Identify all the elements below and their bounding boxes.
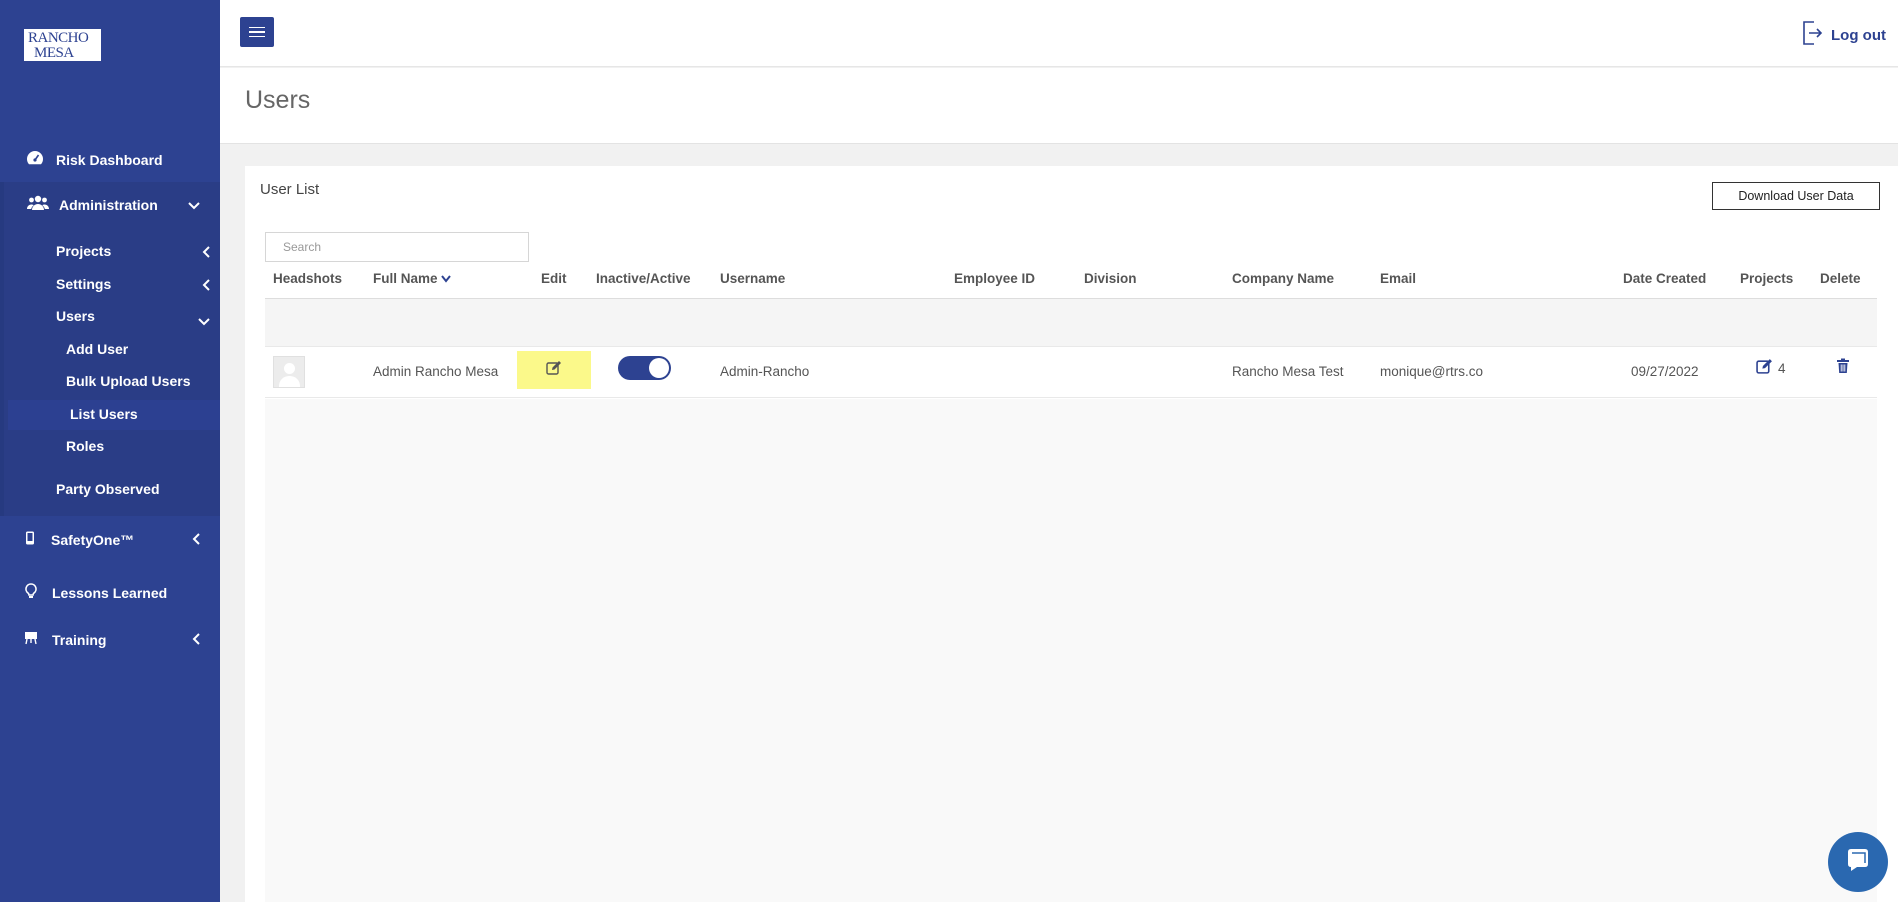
chat-button[interactable] xyxy=(1828,832,1888,892)
card-title: User List xyxy=(260,181,320,198)
page-header: Users xyxy=(220,68,1898,144)
column-edit: Edit xyxy=(541,271,567,286)
column-division: Division xyxy=(1084,271,1137,286)
menu-toggle-button[interactable] xyxy=(240,17,274,47)
sidebar-item-label: Lessons Learned xyxy=(52,585,168,601)
chevron-left-icon xyxy=(202,245,210,261)
cell-email: monique@rtrs.co xyxy=(1380,364,1483,379)
sidebar-item-settings[interactable]: Settings xyxy=(56,276,111,292)
column-full-name-label: Full Name xyxy=(373,271,438,286)
cell-username: Admin-Rancho xyxy=(720,364,810,379)
logout-icon xyxy=(1801,20,1823,50)
table-row-empty xyxy=(265,299,1877,347)
cell-date-created: 09/27/2022 xyxy=(1631,364,1699,379)
toggle-knob xyxy=(649,358,669,378)
sidebar-item-lessons-learned[interactable]: Lessons Learned xyxy=(0,583,220,603)
edit-button[interactable] xyxy=(517,351,591,389)
sidebar-item-projects[interactable]: Projects xyxy=(56,243,111,259)
phone-icon xyxy=(19,531,41,549)
cell-company-name: Rancho Mesa Test xyxy=(1232,364,1344,379)
sidebar-item-safetyone[interactable]: SafetyOne™ xyxy=(0,530,220,550)
logout-label: Log out xyxy=(1831,26,1886,44)
avatar xyxy=(273,356,305,388)
edit-icon xyxy=(546,360,562,381)
sidebar-item-add-user[interactable]: Add User xyxy=(66,341,128,357)
column-email: Email xyxy=(1380,271,1417,286)
chevron-down-icon xyxy=(198,313,210,329)
sidebar-item-training[interactable]: Training xyxy=(0,630,220,650)
chat-icon xyxy=(1843,845,1873,880)
user-list-card: User List Download User Data Headshots F… xyxy=(245,166,1898,902)
column-username: Username xyxy=(720,271,786,286)
logo-line1: RANCHO xyxy=(28,30,89,46)
hamburger-line xyxy=(249,35,265,38)
easel-icon xyxy=(20,631,42,649)
chevron-left-icon xyxy=(192,532,200,548)
column-date-created: Date Created xyxy=(1623,271,1707,286)
column-company-name: Company Name xyxy=(1232,271,1335,286)
hamburger-line xyxy=(249,31,265,33)
column-headshots: Headshots xyxy=(273,271,343,286)
projects-count: 4 xyxy=(1778,360,1786,376)
cell-full-name: Admin Rancho Mesa xyxy=(373,364,499,379)
delete-button[interactable] xyxy=(1836,358,1850,379)
table-header: Headshots Full Name Edit Inactive/Active… xyxy=(265,266,1877,299)
logout-button[interactable]: Log out xyxy=(1801,20,1886,50)
chevron-left-icon xyxy=(192,632,200,648)
sidebar-item-bulk-upload-users[interactable]: Bulk Upload Users xyxy=(66,373,190,389)
sidebar-item-roles[interactable]: Roles xyxy=(66,438,104,454)
rancho-mesa-logo[interactable]: RANCHO MESA xyxy=(24,29,101,61)
column-delete: Delete xyxy=(1820,271,1861,286)
table-body-empty-area xyxy=(265,399,1877,902)
edit-icon xyxy=(1756,358,1773,378)
sidebar-item-label: SafetyOne™ xyxy=(51,532,135,548)
sidebar: RANCHO MESA Risk Dashboard Administratio… xyxy=(0,0,220,902)
users-group-icon xyxy=(27,195,49,215)
sidebar-item-label: Administration xyxy=(59,197,158,213)
column-inactive-active: Inactive/Active xyxy=(596,271,691,286)
sidebar-item-users[interactable]: Users xyxy=(56,308,95,324)
top-bar: Log out xyxy=(220,0,1898,67)
sidebar-item-risk-dashboard[interactable]: Risk Dashboard xyxy=(0,150,220,170)
page-title: Users xyxy=(245,86,311,114)
hamburger-line xyxy=(249,26,265,29)
lightbulb-icon xyxy=(20,583,42,603)
sidebar-item-label: Training xyxy=(52,632,107,648)
active-strip xyxy=(0,182,4,516)
trash-icon xyxy=(1836,358,1850,378)
logo-line2: MESA xyxy=(34,45,74,61)
column-full-name[interactable]: Full Name xyxy=(373,271,452,286)
sidebar-item-administration[interactable]: Administration xyxy=(0,195,220,215)
sidebar-item-list-users[interactable]: List Users xyxy=(70,406,138,422)
active-toggle[interactable] xyxy=(618,356,671,380)
sidebar-item-label: Risk Dashboard xyxy=(56,152,163,168)
download-user-data-button[interactable]: Download User Data xyxy=(1712,182,1880,210)
sidebar-item-party-observed[interactable]: Party Observed xyxy=(56,481,160,497)
risk-dashboard-icon xyxy=(24,150,46,170)
sort-down-icon xyxy=(441,271,452,286)
chevron-down-icon xyxy=(188,197,200,213)
projects-edit-button[interactable]: 4 xyxy=(1756,358,1786,378)
search-input[interactable] xyxy=(265,232,529,262)
column-projects: Projects xyxy=(1740,271,1794,286)
table-row: Admin Rancho Mesa Admin-Rancho Rancho Me… xyxy=(265,348,1877,398)
chevron-left-icon xyxy=(202,278,210,294)
column-employee-id: Employee ID xyxy=(954,271,1036,286)
